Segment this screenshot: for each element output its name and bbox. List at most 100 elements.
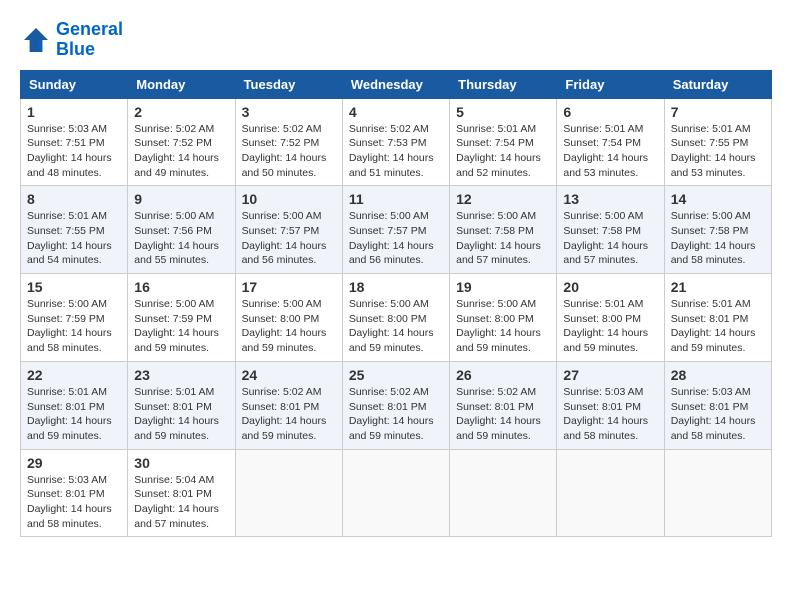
day-number: 20 xyxy=(563,279,657,295)
day-info: Sunrise: 5:01 AM Sunset: 7:55 PM Dayligh… xyxy=(671,122,765,181)
day-number: 11 xyxy=(349,191,443,207)
day-info: Sunrise: 5:02 AM Sunset: 8:01 PM Dayligh… xyxy=(349,385,443,444)
day-number: 7 xyxy=(671,104,765,120)
day-number: 9 xyxy=(134,191,228,207)
day-number: 25 xyxy=(349,367,443,383)
calendar-cell: 4 Sunrise: 5:02 AM Sunset: 7:53 PM Dayli… xyxy=(342,98,449,186)
calendar-header-row: SundayMondayTuesdayWednesdayThursdayFrid… xyxy=(21,70,772,98)
calendar-cell: 8 Sunrise: 5:01 AM Sunset: 7:55 PM Dayli… xyxy=(21,186,128,274)
calendar-cell: 3 Sunrise: 5:02 AM Sunset: 7:52 PM Dayli… xyxy=(235,98,342,186)
calendar-cell: 14 Sunrise: 5:00 AM Sunset: 7:58 PM Dayl… xyxy=(664,186,771,274)
day-number: 4 xyxy=(349,104,443,120)
day-number: 8 xyxy=(27,191,121,207)
day-number: 3 xyxy=(242,104,336,120)
weekday-header: Saturday xyxy=(664,70,771,98)
day-info: Sunrise: 5:01 AM Sunset: 8:01 PM Dayligh… xyxy=(134,385,228,444)
day-info: Sunrise: 5:01 AM Sunset: 7:54 PM Dayligh… xyxy=(563,122,657,181)
calendar-cell: 9 Sunrise: 5:00 AM Sunset: 7:56 PM Dayli… xyxy=(128,186,235,274)
calendar-cell: 17 Sunrise: 5:00 AM Sunset: 8:00 PM Dayl… xyxy=(235,274,342,362)
day-number: 15 xyxy=(27,279,121,295)
calendar-cell xyxy=(450,449,557,537)
day-number: 23 xyxy=(134,367,228,383)
day-info: Sunrise: 5:01 AM Sunset: 7:54 PM Dayligh… xyxy=(456,122,550,181)
day-info: Sunrise: 5:00 AM Sunset: 7:58 PM Dayligh… xyxy=(671,209,765,268)
day-info: Sunrise: 5:03 AM Sunset: 8:01 PM Dayligh… xyxy=(27,473,121,532)
calendar-cell: 26 Sunrise: 5:02 AM Sunset: 8:01 PM Dayl… xyxy=(450,361,557,449)
calendar-cell: 1 Sunrise: 5:03 AM Sunset: 7:51 PM Dayli… xyxy=(21,98,128,186)
calendar-cell xyxy=(557,449,664,537)
calendar-cell: 24 Sunrise: 5:02 AM Sunset: 8:01 PM Dayl… xyxy=(235,361,342,449)
calendar-cell: 21 Sunrise: 5:01 AM Sunset: 8:01 PM Dayl… xyxy=(664,274,771,362)
day-number: 12 xyxy=(456,191,550,207)
day-info: Sunrise: 5:03 AM Sunset: 7:51 PM Dayligh… xyxy=(27,122,121,181)
day-info: Sunrise: 5:01 AM Sunset: 8:01 PM Dayligh… xyxy=(27,385,121,444)
calendar-cell xyxy=(342,449,449,537)
day-number: 5 xyxy=(456,104,550,120)
day-info: Sunrise: 5:00 AM Sunset: 7:59 PM Dayligh… xyxy=(27,297,121,356)
logo-icon xyxy=(20,24,52,56)
calendar-cell: 25 Sunrise: 5:02 AM Sunset: 8:01 PM Dayl… xyxy=(342,361,449,449)
day-number: 24 xyxy=(242,367,336,383)
calendar-cell: 13 Sunrise: 5:00 AM Sunset: 7:58 PM Dayl… xyxy=(557,186,664,274)
weekday-header: Wednesday xyxy=(342,70,449,98)
calendar-week-row: 8 Sunrise: 5:01 AM Sunset: 7:55 PM Dayli… xyxy=(21,186,772,274)
day-info: Sunrise: 5:01 AM Sunset: 8:01 PM Dayligh… xyxy=(671,297,765,356)
day-number: 2 xyxy=(134,104,228,120)
weekday-header: Friday xyxy=(557,70,664,98)
day-info: Sunrise: 5:01 AM Sunset: 8:00 PM Dayligh… xyxy=(563,297,657,356)
calendar-cell xyxy=(235,449,342,537)
calendar-cell: 7 Sunrise: 5:01 AM Sunset: 7:55 PM Dayli… xyxy=(664,98,771,186)
calendar-week-row: 1 Sunrise: 5:03 AM Sunset: 7:51 PM Dayli… xyxy=(21,98,772,186)
day-info: Sunrise: 5:02 AM Sunset: 7:53 PM Dayligh… xyxy=(349,122,443,181)
day-number: 27 xyxy=(563,367,657,383)
day-number: 28 xyxy=(671,367,765,383)
day-info: Sunrise: 5:03 AM Sunset: 8:01 PM Dayligh… xyxy=(563,385,657,444)
logo: General Blue xyxy=(20,20,123,60)
day-number: 6 xyxy=(563,104,657,120)
day-number: 18 xyxy=(349,279,443,295)
calendar-cell: 18 Sunrise: 5:00 AM Sunset: 8:00 PM Dayl… xyxy=(342,274,449,362)
day-info: Sunrise: 5:03 AM Sunset: 8:01 PM Dayligh… xyxy=(671,385,765,444)
calendar-cell: 5 Sunrise: 5:01 AM Sunset: 7:54 PM Dayli… xyxy=(450,98,557,186)
day-number: 17 xyxy=(242,279,336,295)
day-info: Sunrise: 5:00 AM Sunset: 7:59 PM Dayligh… xyxy=(134,297,228,356)
calendar-cell: 6 Sunrise: 5:01 AM Sunset: 7:54 PM Dayli… xyxy=(557,98,664,186)
day-info: Sunrise: 5:00 AM Sunset: 8:00 PM Dayligh… xyxy=(242,297,336,356)
day-info: Sunrise: 5:02 AM Sunset: 8:01 PM Dayligh… xyxy=(456,385,550,444)
day-info: Sunrise: 5:00 AM Sunset: 7:57 PM Dayligh… xyxy=(242,209,336,268)
calendar-cell: 29 Sunrise: 5:03 AM Sunset: 8:01 PM Dayl… xyxy=(21,449,128,537)
calendar-week-row: 22 Sunrise: 5:01 AM Sunset: 8:01 PM Dayl… xyxy=(21,361,772,449)
calendar-cell: 10 Sunrise: 5:00 AM Sunset: 7:57 PM Dayl… xyxy=(235,186,342,274)
day-info: Sunrise: 5:00 AM Sunset: 7:56 PM Dayligh… xyxy=(134,209,228,268)
calendar-cell: 23 Sunrise: 5:01 AM Sunset: 8:01 PM Dayl… xyxy=(128,361,235,449)
logo-text: General Blue xyxy=(56,20,123,60)
weekday-header: Tuesday xyxy=(235,70,342,98)
day-number: 30 xyxy=(134,455,228,471)
day-info: Sunrise: 5:00 AM Sunset: 7:58 PM Dayligh… xyxy=(456,209,550,268)
page-header: General Blue xyxy=(20,20,772,60)
day-number: 26 xyxy=(456,367,550,383)
day-info: Sunrise: 5:01 AM Sunset: 7:55 PM Dayligh… xyxy=(27,209,121,268)
day-info: Sunrise: 5:04 AM Sunset: 8:01 PM Dayligh… xyxy=(134,473,228,532)
calendar-week-row: 15 Sunrise: 5:00 AM Sunset: 7:59 PM Dayl… xyxy=(21,274,772,362)
calendar-cell: 11 Sunrise: 5:00 AM Sunset: 7:57 PM Dayl… xyxy=(342,186,449,274)
day-info: Sunrise: 5:00 AM Sunset: 8:00 PM Dayligh… xyxy=(456,297,550,356)
day-number: 19 xyxy=(456,279,550,295)
calendar-cell: 28 Sunrise: 5:03 AM Sunset: 8:01 PM Dayl… xyxy=(664,361,771,449)
day-info: Sunrise: 5:00 AM Sunset: 7:57 PM Dayligh… xyxy=(349,209,443,268)
day-info: Sunrise: 5:02 AM Sunset: 8:01 PM Dayligh… xyxy=(242,385,336,444)
weekday-header: Sunday xyxy=(21,70,128,98)
day-info: Sunrise: 5:00 AM Sunset: 7:58 PM Dayligh… xyxy=(563,209,657,268)
calendar-week-row: 29 Sunrise: 5:03 AM Sunset: 8:01 PM Dayl… xyxy=(21,449,772,537)
day-number: 29 xyxy=(27,455,121,471)
calendar-cell: 16 Sunrise: 5:00 AM Sunset: 7:59 PM Dayl… xyxy=(128,274,235,362)
calendar-cell xyxy=(664,449,771,537)
day-info: Sunrise: 5:02 AM Sunset: 7:52 PM Dayligh… xyxy=(134,122,228,181)
calendar: SundayMondayTuesdayWednesdayThursdayFrid… xyxy=(20,70,772,538)
weekday-header: Thursday xyxy=(450,70,557,98)
day-info: Sunrise: 5:00 AM Sunset: 8:00 PM Dayligh… xyxy=(349,297,443,356)
calendar-cell: 15 Sunrise: 5:00 AM Sunset: 7:59 PM Dayl… xyxy=(21,274,128,362)
calendar-cell: 27 Sunrise: 5:03 AM Sunset: 8:01 PM Dayl… xyxy=(557,361,664,449)
calendar-cell: 22 Sunrise: 5:01 AM Sunset: 8:01 PM Dayl… xyxy=(21,361,128,449)
day-number: 14 xyxy=(671,191,765,207)
